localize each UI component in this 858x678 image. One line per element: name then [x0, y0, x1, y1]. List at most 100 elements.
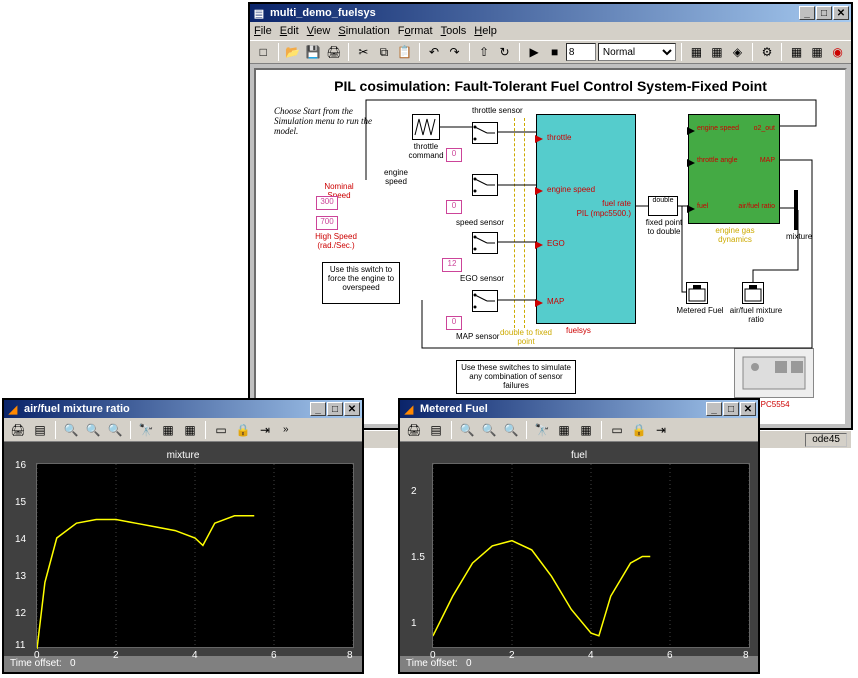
menu-simulation[interactable]: Simulation: [338, 25, 389, 37]
const-0c[interactable]: 0: [446, 316, 462, 330]
scope1-plot[interactable]: 16 15 14 13 12 11 0 2 4 6 8: [36, 463, 354, 648]
scope1-close[interactable]: ✕: [344, 402, 360, 416]
menu-format[interactable]: Format: [398, 25, 433, 37]
open-button[interactable]: 📂: [284, 42, 303, 62]
mixture-scope[interactable]: [742, 282, 764, 304]
switch-1[interactable]: [472, 122, 498, 144]
switch-4[interactable]: [472, 290, 498, 312]
scope1-zoom[interactable]: 🔍: [61, 420, 81, 440]
scope1-params[interactable]: ▤: [30, 420, 50, 440]
scope1-print[interactable]: 🖨: [8, 420, 28, 440]
stop-time-input[interactable]: [566, 43, 596, 61]
save-button[interactable]: 💾: [304, 42, 323, 62]
y-tick: 15: [15, 497, 26, 508]
scope2-plot[interactable]: 2 1.5 1 0 2 4 6 8: [432, 463, 750, 648]
fixed-to-double-block[interactable]: double: [648, 196, 678, 216]
scope2-zoom[interactable]: 🔍: [457, 420, 477, 440]
scope2-minimize[interactable]: _: [706, 402, 722, 416]
mixture-port-label: mixture: [786, 232, 812, 241]
build-button[interactable]: ⚙: [758, 42, 777, 62]
menu-edit[interactable]: Edit: [280, 25, 299, 37]
scope2-titlebar[interactable]: ◢ Metered Fuel _ □ ✕: [400, 400, 758, 418]
switch-3[interactable]: [472, 232, 498, 254]
scope1-zoom-x[interactable]: 🔍: [83, 420, 103, 440]
main-toolbar: □ 📂 💾 🖨 ✂ ⧉ 📋 ↶ ↷ ⇧ ↻ ▶ ■ Normal ▦ ▦ ◈ ⚙…: [250, 40, 851, 64]
scope2-close[interactable]: ✕: [740, 402, 756, 416]
nav-up-button[interactable]: ⇧: [475, 42, 494, 62]
engine-block[interactable]: engine speed o2_out throttle angle MAP f…: [688, 114, 780, 224]
redo-button[interactable]: ↷: [445, 42, 464, 62]
nominal-speed-const[interactable]: 300: [316, 196, 338, 210]
scope2-print[interactable]: 🖨: [404, 420, 424, 440]
print-button[interactable]: 🖨: [325, 42, 344, 62]
scope1-float[interactable]: ▭: [211, 420, 231, 440]
refresh-button[interactable]: ↻: [495, 42, 514, 62]
const-0b[interactable]: 0: [446, 200, 462, 214]
scope1-restore[interactable]: ▦: [180, 420, 200, 440]
menu-help[interactable]: Help: [474, 25, 497, 37]
speed-sensor-label: speed sensor: [456, 218, 504, 227]
maximize-button[interactable]: □: [816, 6, 832, 20]
stop-sim-button[interactable]: ■: [545, 42, 564, 62]
scope1-autoscale[interactable]: 🔭: [136, 420, 156, 440]
model-canvas[interactable]: PIL cosimulation: Fault-Tolerant Fuel Co…: [254, 68, 847, 426]
switch-2[interactable]: [472, 174, 498, 196]
metered-fuel-scope[interactable]: [686, 282, 708, 304]
scope2-restore[interactable]: ▦: [576, 420, 596, 440]
y-tick: 1.5: [411, 552, 425, 563]
y-tick: 1: [411, 618, 417, 629]
throttle-sensor-label: throttle sensor: [472, 106, 523, 115]
menu-file[interactable]: File: [254, 25, 272, 37]
throttle-command-block[interactable]: [412, 114, 440, 140]
tb-icon-f[interactable]: ◉: [828, 42, 847, 62]
tb-icon-a[interactable]: ▦: [687, 42, 706, 62]
scope1-lock[interactable]: 🔒: [233, 420, 253, 440]
scope1-zoom-y[interactable]: 🔍: [105, 420, 125, 440]
scope2-lock[interactable]: 🔒: [629, 420, 649, 440]
scope1-minimize[interactable]: _: [310, 402, 326, 416]
scope2-zoom-x[interactable]: 🔍: [479, 420, 499, 440]
mixture-ratio-label: air/fuel mixture ratio: [726, 306, 786, 324]
fuelsys-block[interactable]: throttle engine speed EGO MAP PIL (mpc55…: [536, 114, 636, 324]
tb-icon-c[interactable]: ◈: [728, 42, 747, 62]
cut-button[interactable]: ✂: [354, 42, 373, 62]
sim-mode-select[interactable]: Normal: [598, 43, 676, 61]
tb-icon-e[interactable]: ▦: [808, 42, 827, 62]
scope1-titlebar[interactable]: ◢ air/fuel mixture ratio _ □ ✕: [4, 400, 362, 418]
const-12[interactable]: 12: [442, 258, 462, 272]
scope2-maximize[interactable]: □: [723, 402, 739, 416]
mux-block[interactable]: [794, 190, 798, 230]
scope2-params[interactable]: ▤: [426, 420, 446, 440]
time-offset-value: 0: [466, 658, 472, 669]
scope1-maximize[interactable]: □: [327, 402, 343, 416]
scope2-float[interactable]: ▭: [607, 420, 627, 440]
menu-view[interactable]: View: [307, 25, 331, 37]
start-sim-button[interactable]: ▶: [525, 42, 544, 62]
run-note: Choose Start from the Simulation menu to…: [274, 106, 374, 136]
scope-mixture-window: ◢ air/fuel mixture ratio _ □ ✕ 🖨 ▤ 🔍 🔍 🔍…: [2, 398, 364, 674]
scope2-line: [433, 464, 749, 649]
scope1-save-axes[interactable]: ▦: [158, 420, 178, 440]
scope2-save-axes[interactable]: ▦: [554, 420, 574, 440]
tb-icon-b[interactable]: ▦: [708, 42, 727, 62]
paste-button[interactable]: 📋: [395, 42, 414, 62]
ego-sensor-label: EGO sensor: [460, 274, 504, 283]
y-tick: 2: [411, 486, 417, 497]
new-button[interactable]: □: [254, 42, 273, 62]
close-button[interactable]: ✕: [833, 6, 849, 20]
copy-button[interactable]: ⧉: [375, 42, 394, 62]
minimize-button[interactable]: _: [799, 6, 815, 20]
y-tick: 14: [15, 534, 26, 545]
scope1-signal-sel[interactable]: ⇥: [255, 420, 275, 440]
double-to-fixed-label: double to fixed point: [496, 328, 556, 346]
const-0a[interactable]: 0: [446, 148, 462, 162]
high-speed-const[interactable]: 700: [316, 216, 338, 230]
scope2-zoom-y[interactable]: 🔍: [501, 420, 521, 440]
scope2-signal-sel[interactable]: ⇥: [651, 420, 671, 440]
menu-tools[interactable]: Tools: [441, 25, 467, 37]
undo-button[interactable]: ↶: [425, 42, 444, 62]
tb-icon-d[interactable]: ▦: [787, 42, 806, 62]
scope2-autoscale[interactable]: 🔭: [532, 420, 552, 440]
main-titlebar[interactable]: ▤ multi_demo_fuelsys _ □ ✕: [250, 4, 851, 22]
y-tick: 13: [15, 571, 26, 582]
